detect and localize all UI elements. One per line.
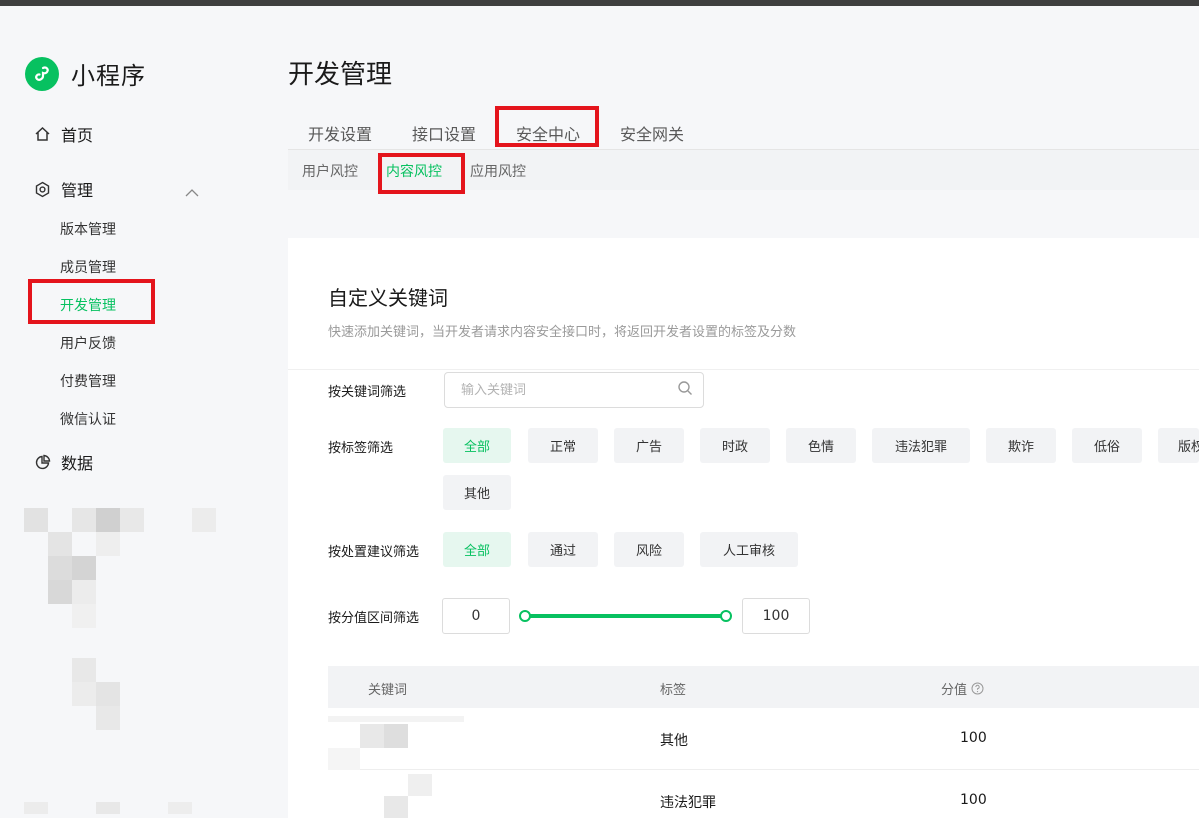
- row-score: 100: [960, 730, 987, 746]
- highlight-box-content-risk: [378, 153, 465, 194]
- sidebar-item-feedback[interactable]: 用户反馈: [60, 333, 116, 353]
- subtab-user-risk[interactable]: 用户风控: [302, 161, 358, 181]
- divider: [288, 369, 1199, 370]
- table-row[interactable]: 其他 100: [328, 708, 1199, 770]
- tag-chip-all[interactable]: 全部: [443, 428, 511, 463]
- suggest-chip-risk[interactable]: 风险: [614, 532, 684, 567]
- sidebar-item-label: 首页: [61, 126, 94, 145]
- tab-bar: 开发设置 接口设置 安全中心 安全网关: [288, 106, 1199, 150]
- sidebar: 小程序 首页 管理 版本管理 成员管理 开发管理 用户反馈 付费管理 微信认证 …: [0, 6, 288, 818]
- suggest-chip-pass[interactable]: 通过: [528, 532, 598, 567]
- table-row[interactable]: 违法犯罪 100: [328, 770, 1199, 818]
- header-keyword: 关键词: [368, 683, 408, 698]
- miniprogram-logo-icon: [25, 56, 59, 91]
- suggest-chip-manual-review[interactable]: 人工审核: [700, 532, 798, 567]
- row-tag: 其他: [660, 733, 688, 749]
- section-description: 快速添加关键词，当开发者请求内容安全接口时，将返回开发者设置的标签及分数: [328, 325, 797, 340]
- tag-chip-vulgar[interactable]: 低俗: [1072, 428, 1142, 463]
- tag-filter-label: 按标签筛选: [328, 441, 394, 456]
- suggestion-filter-label: 按处置建议筛选: [328, 545, 420, 560]
- header-tag: 标签: [660, 683, 687, 698]
- sidebar-item-label: 数据: [61, 454, 94, 473]
- tag-chip-copyright-label: 版权: [1178, 440, 1199, 455]
- pie-chart-icon: [33, 453, 51, 471]
- page-title: 开发管理: [288, 60, 393, 90]
- header-score: 分值: [941, 679, 984, 698]
- home-icon: [33, 125, 51, 143]
- tag-chip-copyright[interactable]: 版权: [1158, 428, 1199, 463]
- subtab-app-risk[interactable]: 应用风控: [470, 161, 526, 181]
- keyword-search-box[interactable]: [444, 372, 704, 408]
- tag-chip-other[interactable]: 其他: [443, 475, 511, 510]
- tag-chip-normal[interactable]: 正常: [528, 428, 598, 463]
- highlight-box-dev-manage: [28, 279, 155, 324]
- tag-chip-ads[interactable]: 广告: [614, 428, 684, 463]
- help-icon[interactable]: [971, 682, 984, 695]
- row-tag: 违法犯罪: [660, 795, 716, 811]
- tag-chip-politics[interactable]: 时政: [700, 428, 770, 463]
- tab-security-gateway[interactable]: 安全网关: [620, 121, 684, 145]
- tab-dev-settings[interactable]: 开发设置: [308, 121, 372, 145]
- search-icon[interactable]: [677, 380, 693, 400]
- highlight-box-security-center: [495, 106, 599, 147]
- brand[interactable]: 小程序: [25, 56, 146, 91]
- section-title: 自定义关键词: [328, 286, 448, 310]
- slider-min-handle[interactable]: [519, 610, 531, 622]
- keyword-filter-label: 按关键词筛选: [328, 385, 407, 400]
- sidebar-item-version[interactable]: 版本管理: [60, 219, 116, 239]
- score-max-input[interactable]: 100: [742, 598, 810, 634]
- keyword-search-input[interactable]: [461, 382, 677, 398]
- score-filter-label: 按分值区间筛选: [328, 611, 420, 626]
- slider-max-handle[interactable]: [720, 610, 732, 622]
- tag-chip-porn[interactable]: 色情: [786, 428, 856, 463]
- keyword-panel: 自定义关键词 快速添加关键词，当开发者请求内容安全接口时，将返回开发者设置的标签…: [288, 238, 1199, 818]
- table-header: 关键词 标签 分值: [328, 666, 1199, 708]
- chevron-up-icon[interactable]: [184, 183, 200, 197]
- sidebar-item-data[interactable]: 数据: [33, 450, 93, 474]
- tag-chip-fraud[interactable]: 欺诈: [986, 428, 1056, 463]
- header-score-label: 分值: [941, 683, 968, 698]
- sidebar-item-manage[interactable]: 管理: [33, 177, 93, 201]
- sidebar-item-payment[interactable]: 付费管理: [60, 371, 116, 391]
- score-range-slider[interactable]: [525, 614, 726, 618]
- tab-api-settings[interactable]: 接口设置: [412, 121, 476, 145]
- score-min-input[interactable]: 0: [442, 598, 510, 634]
- tag-chip-illegal[interactable]: 违法犯罪: [872, 428, 970, 463]
- sidebar-item-label: 管理: [61, 181, 94, 200]
- sidebar-item-members[interactable]: 成员管理: [60, 257, 116, 277]
- brand-title: 小程序: [71, 62, 146, 90]
- row-score: 100: [960, 792, 987, 808]
- settings-hexagon-icon: [33, 180, 51, 198]
- suggest-chip-all[interactable]: 全部: [443, 532, 511, 567]
- sidebar-item-home[interactable]: 首页: [33, 122, 93, 146]
- sidebar-item-wechat-verify[interactable]: 微信认证: [60, 409, 116, 429]
